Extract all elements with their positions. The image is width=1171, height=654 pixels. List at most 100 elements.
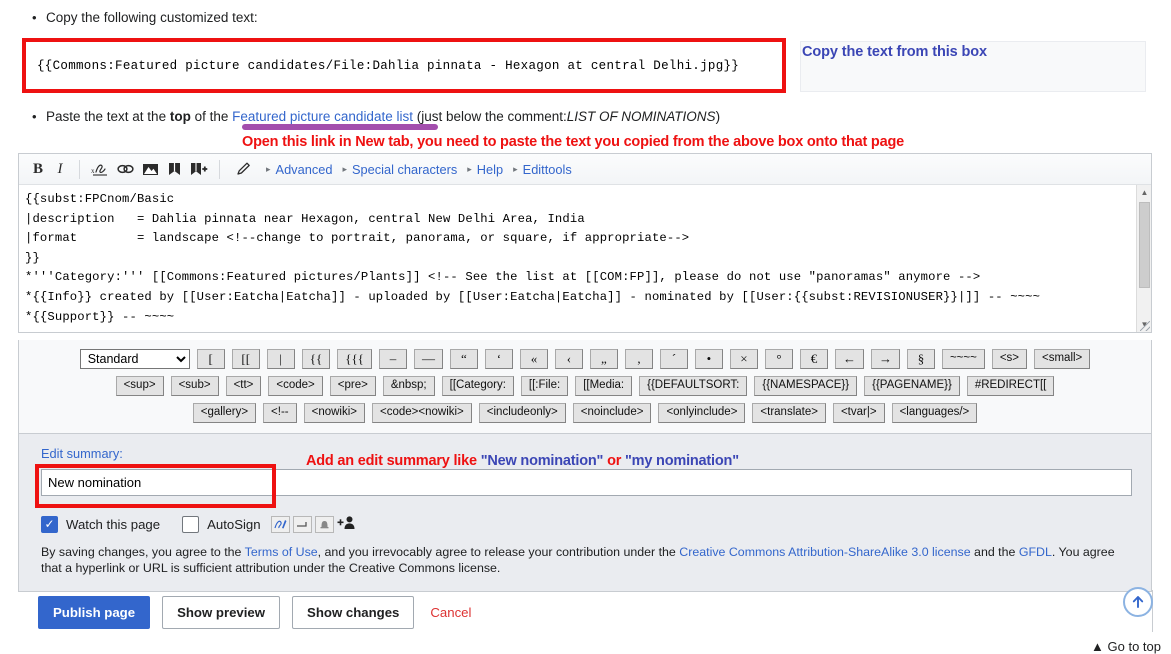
add-user-icon[interactable]	[337, 515, 357, 533]
svg-text:x: x	[91, 167, 95, 175]
show-preview-button[interactable]: Show preview	[162, 596, 281, 629]
wikitext-editor: B I x ▸ Advanced ▸ Special characters ▸ …	[18, 153, 1152, 333]
terms-of-use-link[interactable]: Terms of Use	[245, 545, 318, 559]
toolbar-menu-advanced-label: Advanced	[275, 161, 333, 177]
edittools-btn[interactable]: –	[378, 348, 407, 369]
edittools-btn[interactable]: „	[589, 348, 618, 369]
edit-summary-input[interactable]	[41, 469, 1132, 496]
instruction-step-1: • Copy the following customized text:	[32, 10, 258, 26]
autosign-bell-icon[interactable]	[314, 515, 334, 533]
edittools-btn[interactable]: ←	[834, 348, 864, 369]
edittools-btn[interactable]: <code><nowiki>	[372, 402, 472, 423]
edittools-btn[interactable]: <includeonly>	[478, 402, 566, 423]
edittools-btn[interactable]: <sup>	[115, 375, 164, 396]
edittools-btn[interactable]: <noinclude>	[572, 402, 652, 423]
toolbar-divider-2	[219, 159, 220, 179]
publish-page-button[interactable]: Publish page	[38, 596, 151, 629]
edittools-btn[interactable]: #REDIRECT[[	[966, 375, 1055, 396]
edittools-btn[interactable]: <!--	[263, 402, 297, 423]
show-changes-button[interactable]: Show changes	[292, 596, 415, 629]
edittools-btn[interactable]: <s>	[991, 348, 1027, 369]
edittools-btn[interactable]: |	[266, 348, 295, 369]
pencil-icon[interactable]	[232, 157, 256, 181]
edittools-btn[interactable]: [	[196, 348, 225, 369]
chevron-right-icon-3: ▸	[467, 163, 472, 174]
scrollbar-thumb[interactable]	[1139, 202, 1150, 288]
bold-button[interactable]: B	[27, 157, 49, 181]
edittools-btn[interactable]: <nowiki>	[303, 402, 366, 423]
textarea-resize-handle[interactable]	[1140, 321, 1150, 331]
edit-summary-annotation: Add an edit summary like "New nomination…	[306, 453, 739, 469]
edittools-btn[interactable]: •	[694, 348, 723, 369]
edittools-btn[interactable]: {{	[301, 348, 331, 369]
insert-reference-icon[interactable]	[186, 157, 211, 181]
autosign-signature-icon[interactable]	[270, 515, 290, 533]
autosign-checkbox[interactable]	[182, 515, 200, 533]
toolbar-menu-advanced[interactable]: ▸ Advanced	[266, 162, 332, 177]
edittools-btn[interactable]: [[Media:	[575, 375, 633, 396]
edittools-btn[interactable]: <translate>	[752, 402, 826, 423]
cancel-link[interactable]: Cancel	[426, 597, 475, 628]
edittools-btn[interactable]: {{NAMESPACE}}	[754, 375, 858, 396]
edittools-panel: Standard [ [[ | {{ {{{ – — “ ‘ « ‹ „ ‚ ´…	[18, 340, 1152, 434]
edittools-btn[interactable]: —	[413, 348, 443, 369]
edittools-btn[interactable]: ×	[729, 348, 758, 369]
toolbar-divider-1	[79, 159, 80, 179]
toolbar-menu-help[interactable]: ▸ Help	[467, 162, 503, 177]
wikitext-content[interactable]: {{subst:FPCnom/Basic |description = Dahl…	[25, 190, 1143, 332]
cc-license-link[interactable]: Creative Commons Attribution-ShareAlike …	[679, 545, 970, 559]
gfdl-link[interactable]: GFDL	[1019, 545, 1052, 559]
edittools-btn[interactable]: [[	[231, 348, 260, 369]
image-icon[interactable]	[138, 157, 163, 181]
summary-annot-part2: or	[603, 453, 625, 469]
edittools-btn[interactable]: ~~~~	[941, 348, 985, 369]
toolbar-menu-special-characters[interactable]: ▸ Special characters	[342, 162, 457, 177]
signature-icon[interactable]: x	[88, 157, 113, 181]
edittools-btn[interactable]: {{PAGENAME}}	[864, 375, 960, 396]
edittools-row-3: <gallery> <!-- <nowiki> <code><nowiki> <…	[19, 399, 1151, 426]
edittools-btn[interactable]: [[Category:	[441, 375, 514, 396]
edittools-btn[interactable]: →	[870, 348, 900, 369]
edittools-btn[interactable]: <tvar|>	[832, 402, 885, 423]
edittools-btn[interactable]: <code>	[268, 375, 323, 396]
scroll-up-icon[interactable]: ▲	[1137, 185, 1151, 200]
link-highlight-underline	[242, 124, 438, 130]
autosign-dash-icon[interactable]	[292, 515, 312, 533]
textarea-scrollbar[interactable]: ▲ ▼	[1136, 185, 1151, 332]
edittools-btn[interactable]: <sub>	[170, 375, 219, 396]
wikitext-textarea[interactable]: {{subst:FPCnom/Basic |description = Dahl…	[19, 185, 1151, 332]
scroll-to-top-icon[interactable]	[1123, 587, 1153, 617]
watch-this-page-checkbox[interactable]: ✓	[41, 515, 58, 533]
action-buttons: Publish page Show preview Show changes C…	[38, 596, 475, 629]
featured-picture-candidate-list-link[interactable]: Featured picture candidate list	[232, 109, 413, 124]
italic-button[interactable]: I	[49, 157, 71, 181]
chevron-right-icon: ▸	[266, 163, 271, 174]
edittools-btn[interactable]: ´	[659, 348, 688, 369]
edittools-btn[interactable]: ‚	[624, 348, 653, 369]
go-to-top-label[interactable]: ▲ Go to top	[1091, 639, 1161, 654]
edittools-btn[interactable]: «	[519, 348, 548, 369]
edittools-row-1: Standard [ [[ | {{ {{{ – — “ ‘ « ‹ „ ‚ ´…	[19, 345, 1151, 372]
edittools-btn[interactable]: §	[906, 348, 935, 369]
edittools-charset-select[interactable]: Standard	[79, 348, 190, 369]
edittools-btn[interactable]: <onlyinclude>	[658, 402, 746, 423]
toolbar-menu-edittools[interactable]: ▸ Edittools	[513, 162, 572, 177]
reference-icon[interactable]	[163, 157, 186, 181]
link-icon[interactable]	[113, 157, 138, 181]
edittools-btn[interactable]: [[:File:	[520, 375, 569, 396]
edittools-btn[interactable]: <pre>	[329, 375, 376, 396]
nomination-snippet-text[interactable]: {{Commons:Featured picture candidates/Fi…	[37, 59, 739, 73]
summary-annot-part1: Add an edit summary like	[306, 453, 481, 469]
edittools-btn[interactable]: €	[799, 348, 828, 369]
edittools-btn[interactable]: {{{	[337, 348, 372, 369]
edittools-btn[interactable]: <languages/>	[891, 402, 978, 423]
edittools-btn[interactable]: ‘	[484, 348, 513, 369]
edittools-btn[interactable]: “	[449, 348, 478, 369]
edittools-btn[interactable]: {{DEFAULTSORT:	[639, 375, 748, 396]
edittools-btn[interactable]: <small>	[1034, 348, 1091, 369]
edittools-btn[interactable]: &nbsp;	[382, 375, 435, 396]
edittools-btn[interactable]: <tt>	[225, 375, 262, 396]
edittools-btn[interactable]: <gallery>	[192, 402, 257, 423]
edittools-btn[interactable]: ‹	[554, 348, 583, 369]
edittools-btn[interactable]: °	[764, 348, 793, 369]
